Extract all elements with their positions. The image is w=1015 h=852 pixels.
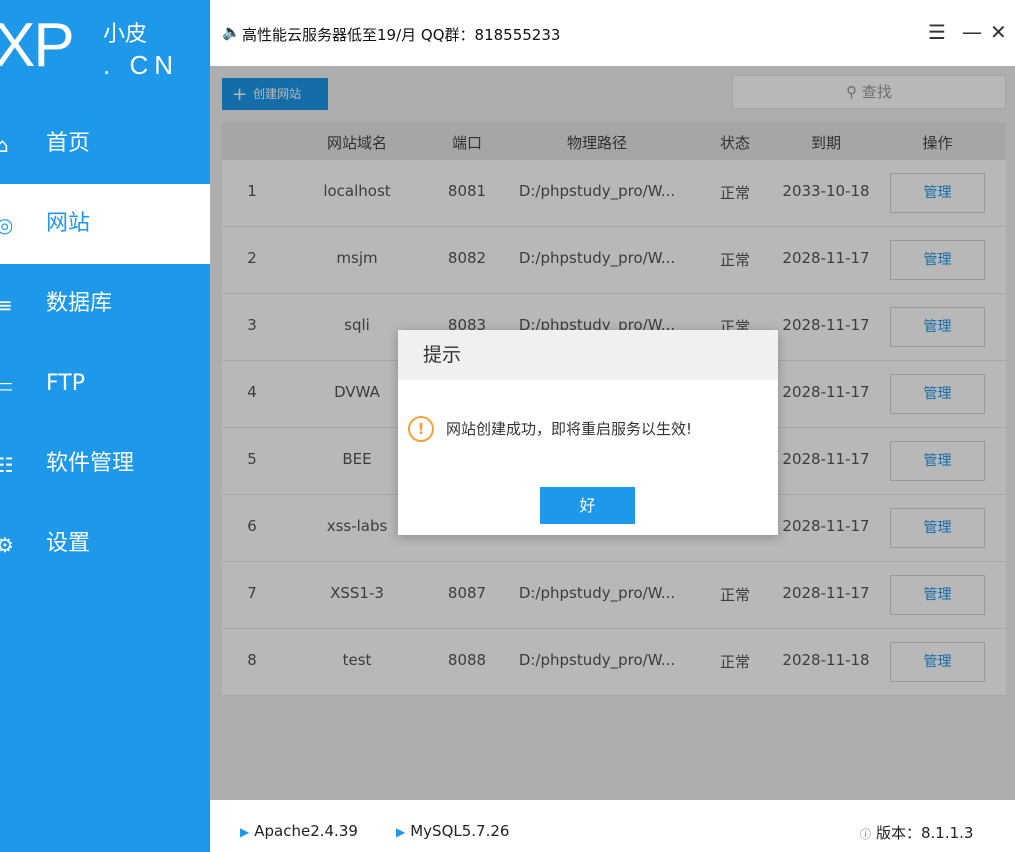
version-info: ⓘ 版本：8.1.1.3 bbox=[860, 822, 973, 843]
ok-button[interactable]: 好 bbox=[540, 487, 635, 524]
sidebar-item-label: FTP bbox=[46, 371, 85, 396]
sidebar-item-label: 设置 bbox=[46, 531, 91, 556]
sidebar-item-database[interactable]: ≡ 数据库 bbox=[0, 264, 210, 344]
app-logo: XP 小皮 . CN bbox=[0, 0, 210, 102]
sidebar-item-label: 首页 bbox=[46, 131, 91, 156]
sidebar-item-label: 网站 bbox=[46, 211, 91, 236]
sidebar-item-label: 数据库 bbox=[46, 291, 113, 316]
sidebar-nav: ⌂ 首页 ◎ 网站 ≡ 数据库 ▭ FTP ☷ 软件管理 ⚙ 设置 bbox=[0, 104, 210, 584]
minimize-icon[interactable]: — bbox=[962, 20, 982, 44]
notice-dialog: 提示 ! 网站创建成功，即将重启服务以生效! 好 bbox=[398, 330, 778, 535]
logo-small-text: 小皮 bbox=[103, 22, 148, 47]
sidebar-item-home[interactable]: ⌂ 首页 bbox=[0, 104, 210, 184]
dialog-message: 网站创建成功，即将重启服务以生效! bbox=[446, 420, 693, 438]
warning-icon: ! bbox=[408, 416, 434, 442]
settings-icon: ⚙ bbox=[0, 533, 12, 557]
mysql-version: MySQL5.7.26 bbox=[410, 822, 510, 840]
info-icon: ⓘ bbox=[860, 828, 871, 841]
sidebar: XP 小皮 . CN ⌂ 首页 ◎ 网站 ≡ 数据库 ▭ FTP ☷ 软件管理 … bbox=[0, 0, 210, 852]
version-label: 版本：8.1.1.3 bbox=[876, 824, 974, 842]
home-icon: ⌂ bbox=[0, 133, 9, 157]
sidebar-item-settings[interactable]: ⚙ 设置 bbox=[0, 504, 210, 584]
sidebar-item-label: 软件管理 bbox=[46, 451, 135, 476]
sidebar-item-software[interactable]: ☷ 软件管理 bbox=[0, 424, 210, 504]
speaker-icon: 🔈 bbox=[222, 23, 241, 41]
database-icon: ≡ bbox=[0, 293, 12, 317]
software-icon: ☷ bbox=[0, 453, 12, 477]
apache-status[interactable]: ▶ Apache2.4.39 bbox=[240, 822, 358, 840]
sidebar-item-ftp[interactable]: ▭ FTP bbox=[0, 344, 210, 424]
ftp-icon: ▭ bbox=[0, 373, 12, 397]
sidebar-item-website[interactable]: ◎ 网站 bbox=[0, 184, 210, 264]
apache-version: Apache2.4.39 bbox=[254, 822, 358, 840]
announcement-text[interactable]: 高性能云服务器低至19/月 QQ群：818555233 bbox=[242, 24, 560, 45]
dialog-title: 提示 bbox=[398, 330, 778, 380]
title-bar: 🔈 高性能云服务器低至19/月 QQ群：818555233 ☰ — ✕ bbox=[210, 0, 1015, 66]
menu-icon[interactable]: ☰ bbox=[928, 20, 946, 44]
globe-icon: ◎ bbox=[0, 213, 12, 237]
close-icon[interactable]: ✕ bbox=[990, 20, 1007, 44]
play-icon: ▶ bbox=[396, 825, 406, 839]
mysql-status[interactable]: ▶ MySQL5.7.26 bbox=[396, 822, 509, 840]
status-footer: ▶ Apache2.4.39 ▶ MySQL5.7.26 ⓘ 版本：8.1.1.3 bbox=[210, 800, 1015, 852]
play-icon: ▶ bbox=[240, 825, 250, 839]
logo-cn-text: . CN bbox=[103, 50, 179, 80]
logo-text: XP bbox=[0, 11, 75, 80]
